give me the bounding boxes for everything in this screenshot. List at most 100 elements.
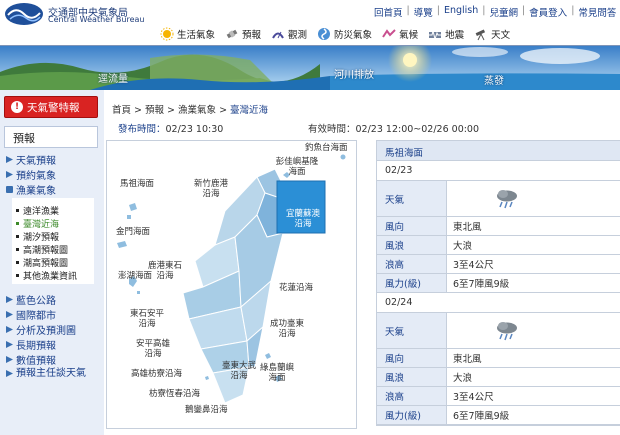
issue-time-label: 發布時間： [118,124,166,135]
sidebar-item-weather-forecast[interactable]: 天氣預報 [6,152,98,167]
zone-label-yilan-suao: 宜蘭蘇澳沿海 [285,209,320,229]
forecast-row: 風浪 大浪 [377,368,620,387]
link-guide[interactable]: 導覽 [410,5,437,19]
telescope-icon [475,29,486,41]
nav-label: 預報 [242,30,262,41]
crumb-current: 臺灣近海 [230,105,269,116]
link-kids[interactable]: 兒童網 [485,5,522,19]
arrow-bullet-icon [6,171,13,178]
nav-label: 地震 [445,30,465,41]
nav-label: 防災氣象 [334,30,373,41]
submenu-item-ocean-fishery[interactable]: 遠洋漁業 [16,204,94,217]
forecast-date: 02/24 [377,293,620,313]
forecast-row: 風浪 大浪 [377,236,620,255]
arrow-bullet-icon [6,156,13,163]
sidebar: ! 天氣警特報 預報 天氣預報 預約氣象 漁業氣象 遠洋漁業 臺灣近海 潮汐預報… [0,90,104,435]
arrow-bullet-icon [6,296,13,303]
sidebar-item-analysis-charts[interactable]: 分析及預測圖 [6,322,98,337]
banner-label-evaporation: 蒸發 [484,76,504,87]
arrow-bullet-icon [6,356,13,363]
sidebar-item-blue-highway[interactable]: 藍色公路 [6,292,98,307]
zone-label-hualien: 花蓮沿海 [279,283,314,293]
island-diaoyutai [340,154,346,160]
radar-icon [272,31,284,39]
sidebar-item-long-range[interactable]: 長期預報 [6,337,98,352]
forecast-region-title: 馬祖海面 [377,141,620,161]
submenu-item-other-fishery[interactable]: 其他漁業資訊 [16,269,94,282]
zone-label-kaohsiung-fangliao: 高雄枋寮沿海 [131,369,183,379]
arrow-bullet-icon [6,370,13,377]
island-green [265,353,271,359]
sun-icon [160,27,174,41]
alert-label: 天氣警特報 [27,101,80,114]
nav-earthquake[interactable]: 地震 [428,27,464,41]
fishery-submenu: 遠洋漁業 臺灣近海 潮汐預報 高潮預報圖 潮高預報圖 其他漁業資訊 [12,198,94,284]
sidebar-section-title: 預報 [4,126,98,148]
breadcrumb: 首頁 > 預報 > 漁業氣象 > 臺灣近海 [112,105,269,116]
org-name-en: Central Weather Bureau [48,15,145,24]
submenu-item-tide-height-chart[interactable]: 潮高預報圖 [16,256,94,269]
sidebar-item-director-talk[interactable]: 預報主任談天氣 [6,367,86,381]
alert-icon: ! [11,101,23,113]
rain-cloud-icon [496,189,517,208]
zone-label-diaoyutai: 釣魚台海面 [305,143,348,153]
link-faq[interactable]: 常見問答 [574,5,620,19]
zone-label-green-orchid: 綠島蘭嶼海面 [259,363,294,383]
climate-icon [382,29,396,38]
submenu-item-taiwan-coastal[interactable]: 臺灣近海 [16,217,94,230]
zone-label-penghu: 澎湖海面 [117,271,152,281]
nav-disaster-weather[interactable]: 防災氣象 [317,27,372,41]
crumb-home[interactable]: 首頁 [112,105,131,116]
cwb-logo[interactable]: 交通部中央氣象局 Central Weather Bureau [4,2,164,26]
link-english[interactable]: English [440,5,482,19]
forecast-row-weather: 天氣 [377,313,620,349]
zone-label-hsinchu-lukang: 新竹鹿港沿海 [193,179,228,199]
forecast-row: 風向 東北風 [377,349,620,368]
link-login[interactable]: 會員登入 [525,5,571,19]
valid-time-label: 有效時間： [308,124,356,135]
sidebar-item-fishery-weather[interactable]: 漁業氣象 [6,182,98,197]
nav-label: 天文 [491,30,511,41]
page: 交通部中央氣象局 Central Weather Bureau 回首頁 | 導覽 |… [0,0,620,435]
submenu-item-tide-forecast[interactable]: 潮汐預報 [16,230,94,243]
sidebar-item-numerical[interactable]: 數值預報 [6,352,98,367]
banner-label-river: 河川排放 [334,70,374,81]
typhoon-icon [318,28,331,40]
zone-label-anping-kaohsiung: 安平高雄沿海 [135,339,170,359]
zone-label-dongshi-anping: 東石安平沿海 [129,309,164,329]
submenu-item-high-tide-chart[interactable]: 高潮預報圖 [16,243,94,256]
arrow-bullet-icon [6,326,13,333]
zone-label-taitung-dawu: 臺東大武沿海 [221,361,256,381]
banner-label-runoff: 逕流量 [98,74,128,85]
crumb-forecast[interactable]: 預報 [145,105,164,116]
banner-illustration [0,46,620,90]
forecast-row: 風力(級) 6至7陣風9級 [377,406,620,425]
arrow-bullet-icon [6,311,13,318]
arrow-bullet-icon [6,341,13,348]
nav-label: 觀測 [288,30,308,41]
utility-links: 回首頁 | 導覽 | English | 兒童網 | 會員登入 | 常見問答 [370,5,620,19]
nav-climate[interactable]: 氣候 [382,27,418,41]
row-key: 天氣 [377,181,447,216]
valid-time-value: 02/23 12:00~02/26 00:00 [355,124,480,135]
forecast-row-weather: 天氣 [377,181,620,217]
rain-cloud-icon [496,321,517,340]
crumb-fishery[interactable]: 漁業氣象 [178,105,216,116]
sidebar-item-international-cities[interactable]: 國際都市 [6,307,98,322]
forecast-row: 浪高 3至4公尺 [377,387,620,406]
seismograph-icon [429,30,442,41]
nav-label: 氣候 [399,30,419,41]
zone-label-kinmen: 金門海面 [115,227,150,237]
forecast-date: 02/23 [377,161,620,181]
sidebar-item-scheduled-weather[interactable]: 預約氣象 [6,167,98,182]
issue-time-value: 02/23 10:30 [165,124,224,135]
banner: 逕流量 河川排放 蒸發 [0,46,620,90]
nav-life-weather[interactable]: 生活氣象 [160,27,215,41]
link-home[interactable]: 回首頁 [370,5,407,19]
weather-alert-button[interactable]: ! 天氣警特報 [4,96,98,118]
nav-observation[interactable]: 觀測 [271,27,307,41]
sidebar-list-bottom: 藍色公路 國際都市 分析及預測圖 長期預報 數值預報 預報主任談天氣 [6,292,98,381]
nav-forecast[interactable]: 預報 [225,27,261,41]
square-bullet-icon [6,186,13,193]
nav-astronomy[interactable]: 天文 [474,27,510,41]
